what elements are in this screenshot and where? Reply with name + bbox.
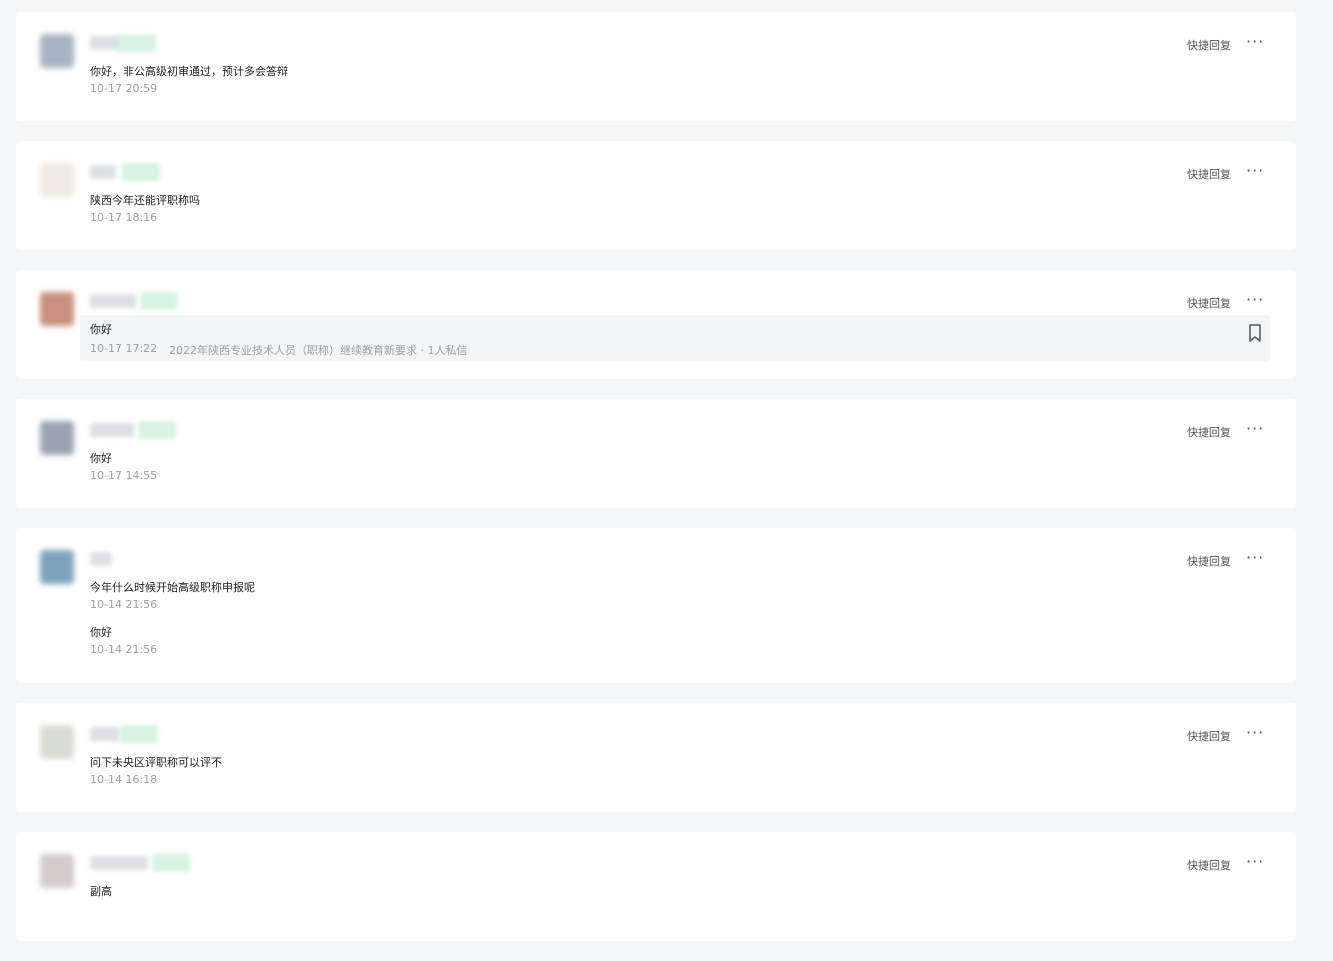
message-card[interactable]: 你好 10-17 17:22 2022年陕西专业技术人员（职称）继续教育新要求 …	[16, 270, 1296, 379]
quick-reply-button[interactable]: 快捷回复	[1187, 553, 1231, 569]
message-time: 10-17 14:55	[90, 469, 158, 482]
status-badge	[122, 163, 160, 181]
message-card[interactable]: 陕西今年还能评职称吗 10-17 18:16 快捷回复 ···	[16, 141, 1296, 250]
more-options-icon[interactable]: ···	[1246, 854, 1264, 870]
message-card[interactable]: 问下未央区评职称可以评不 10-14 16:18 快捷回复 ···	[16, 703, 1296, 812]
quick-reply-button[interactable]: 快捷回复	[1187, 37, 1231, 53]
status-badge	[140, 292, 178, 310]
avatar[interactable]	[40, 163, 74, 197]
avatar[interactable]	[40, 725, 74, 759]
message-text: 副高	[90, 885, 112, 898]
message-time: 10-17 20:59	[90, 82, 158, 95]
message-card[interactable]: 副高 快捷回复 ···	[16, 832, 1296, 941]
message-text: 你好	[90, 452, 112, 465]
avatar[interactable]	[40, 854, 74, 888]
message-text: 你好	[90, 626, 112, 639]
quick-reply-button[interactable]: 快捷回复	[1187, 166, 1231, 182]
message-card[interactable]: 你好，非公高级初审通过，预计多会答辩 10-17 20:59 快捷回复 ···	[16, 12, 1296, 121]
message-source[interactable]: 2022年陕西专业技术人员（职称）继续教育新要求 · 1人私信	[169, 342, 467, 358]
avatar[interactable]	[40, 292, 74, 326]
message-time: 10-17 17:22	[90, 342, 158, 355]
message-text: 你好，非公高级初审通过，预计多会答辩	[90, 65, 288, 78]
user-name[interactable]	[90, 856, 148, 870]
message-card[interactable]: 今年什么时候开始高级职称申报呢 10-14 21:56 你好 10-14 21:…	[16, 528, 1296, 683]
avatar[interactable]	[40, 34, 74, 68]
user-name[interactable]	[90, 423, 134, 437]
user-name[interactable]	[90, 727, 120, 741]
user-name[interactable]	[90, 165, 116, 179]
more-options-icon[interactable]: ···	[1246, 34, 1264, 50]
more-options-icon[interactable]: ···	[1246, 292, 1264, 308]
bookmark-icon[interactable]	[1248, 324, 1262, 342]
more-options-icon[interactable]: ···	[1246, 163, 1264, 179]
message-time: 10-17 18:16	[90, 211, 158, 224]
user-name[interactable]	[90, 552, 112, 566]
message-time: 10-14 16:18	[90, 773, 158, 786]
avatar[interactable]	[40, 421, 74, 455]
status-badge	[138, 421, 176, 439]
more-options-icon[interactable]: ···	[1246, 725, 1264, 741]
quick-reply-button[interactable]: 快捷回复	[1187, 728, 1231, 744]
message-time: 10-14 21:56	[90, 643, 158, 656]
more-options-icon[interactable]: ···	[1246, 550, 1264, 566]
quick-reply-button[interactable]: 快捷回复	[1187, 295, 1231, 311]
status-badge	[152, 854, 190, 872]
message-time: 10-14 21:56	[90, 598, 158, 611]
more-options-icon[interactable]: ···	[1246, 421, 1264, 437]
message-list: 你好，非公高级初审通过，预计多会答辩 10-17 20:59 快捷回复 ··· …	[16, 12, 1296, 961]
user-name[interactable]	[90, 294, 136, 308]
message-text: 你好	[90, 323, 112, 336]
message-text: 今年什么时候开始高级职称申报呢	[90, 581, 255, 594]
status-badge	[120, 725, 158, 743]
message-text: 问下未央区评职称可以评不	[90, 756, 222, 769]
avatar[interactable]	[40, 550, 74, 584]
status-badge	[118, 34, 156, 52]
message-card[interactable]: 你好 10-17 14:55 快捷回复 ···	[16, 399, 1296, 508]
quick-reply-button[interactable]: 快捷回复	[1187, 424, 1231, 440]
quick-reply-button[interactable]: 快捷回复	[1187, 857, 1231, 873]
message-text: 陕西今年还能评职称吗	[90, 194, 200, 207]
